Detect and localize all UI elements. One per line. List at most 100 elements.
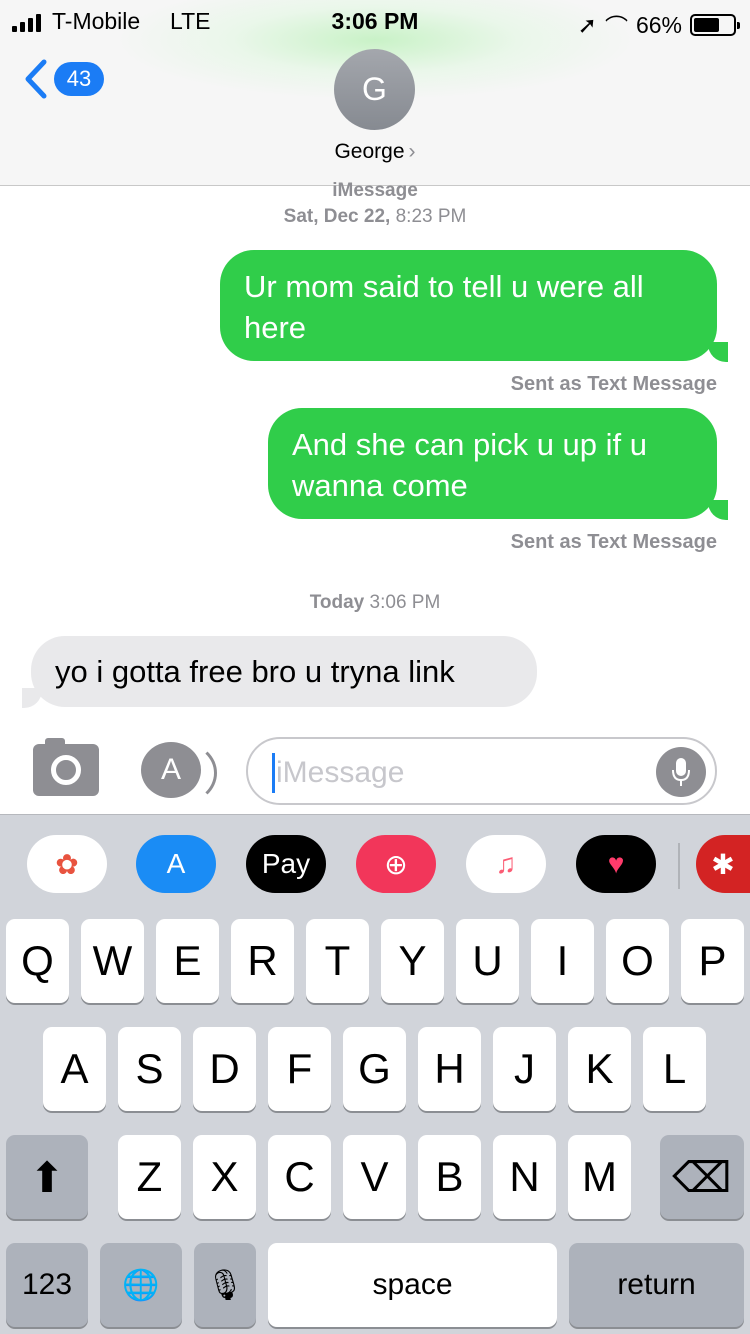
key-label: Z bbox=[136, 1153, 163, 1200]
dictation-button[interactable] bbox=[656, 747, 706, 797]
key-z[interactable]: Z bbox=[118, 1135, 181, 1219]
microphone-icon bbox=[672, 758, 690, 786]
message-text: yo i gotta free bro u tryna link bbox=[55, 654, 455, 689]
space-key[interactable]: space bbox=[268, 1243, 557, 1327]
text-caret bbox=[272, 753, 275, 793]
key-f[interactable]: F bbox=[268, 1027, 331, 1111]
digital-touch-app-icon[interactable]: ♥ bbox=[576, 835, 656, 893]
bubble-tail bbox=[22, 688, 42, 708]
date-time: 8:23 PM bbox=[395, 206, 467, 227]
key-q[interactable]: Q bbox=[6, 919, 69, 1003]
date-header: Sat, Dec 22, 8:23 PM bbox=[0, 206, 750, 228]
battery-percent: 66% bbox=[635, 11, 682, 38]
contact-name-button[interactable]: George › bbox=[0, 140, 750, 164]
key-label: O bbox=[621, 937, 654, 984]
dictation-key[interactable]: 🎙 bbox=[194, 1243, 256, 1327]
return-key[interactable]: return bbox=[569, 1243, 744, 1327]
key-c[interactable]: C bbox=[268, 1135, 331, 1219]
key-u[interactable]: U bbox=[456, 919, 519, 1003]
key-label: C bbox=[284, 1153, 315, 1200]
app-store-app-icon[interactable]: A bbox=[136, 835, 216, 893]
headphones-icon: ⌒ bbox=[604, 14, 628, 40]
imessage-app-strip: ✿ A Pay ⊕ ♫ ♥ ✱ bbox=[0, 815, 750, 911]
key-s[interactable]: S bbox=[118, 1027, 181, 1111]
delete-key[interactable]: ⌫ bbox=[660, 1135, 744, 1219]
key-label: R bbox=[247, 937, 278, 984]
key-y[interactable]: Y bbox=[381, 919, 444, 1003]
key-a[interactable]: A bbox=[43, 1027, 106, 1111]
contact-name: George bbox=[334, 140, 405, 163]
key-k[interactable]: K bbox=[568, 1027, 631, 1111]
bubble-tail bbox=[708, 342, 728, 362]
service-label-text: iMessage bbox=[332, 180, 418, 201]
key-label: D bbox=[209, 1045, 240, 1092]
key-label: Y bbox=[398, 937, 427, 984]
key-v[interactable]: V bbox=[343, 1135, 406, 1219]
message-bubble-sent[interactable]: And she can pick u up if u wanna come bbox=[268, 408, 717, 519]
unread-count-badge: 43 bbox=[54, 62, 104, 96]
key-t[interactable]: T bbox=[306, 919, 369, 1003]
key-g[interactable]: G bbox=[343, 1027, 406, 1111]
microphone-icon: 🎙 bbox=[205, 1268, 245, 1302]
chevron-right-icon: › bbox=[408, 140, 416, 163]
key-label: J bbox=[514, 1045, 535, 1092]
app-glyph: Pay bbox=[261, 848, 311, 879]
app-glyph: ✿ bbox=[55, 848, 79, 880]
avatar-initial: G bbox=[362, 71, 387, 107]
key-l[interactable]: L bbox=[643, 1027, 706, 1111]
message-text: Ur mom said to tell u were all here bbox=[244, 269, 644, 345]
key-m[interactable]: M bbox=[568, 1135, 631, 1219]
apple-pay-app-icon[interactable]: Pay bbox=[246, 835, 326, 893]
key-i[interactable]: I bbox=[531, 919, 594, 1003]
key-j[interactable]: J bbox=[493, 1027, 556, 1111]
key-r[interactable]: R bbox=[231, 919, 294, 1003]
key-p[interactable]: P bbox=[681, 919, 744, 1003]
yelp-app-icon[interactable]: ✱ bbox=[696, 835, 750, 893]
shift-key[interactable]: ⬆ bbox=[6, 1135, 88, 1219]
key-label: K bbox=[585, 1045, 614, 1092]
key-d[interactable]: D bbox=[193, 1027, 256, 1111]
web-search-app-icon[interactable]: ⊕ bbox=[356, 835, 436, 893]
key-e[interactable]: E bbox=[156, 919, 219, 1003]
key-label: T bbox=[324, 937, 351, 984]
message-bubble-sent[interactable]: Ur mom said to tell u were all here bbox=[220, 250, 717, 361]
app-store-icon: A bbox=[160, 753, 181, 786]
camera-bump bbox=[45, 738, 65, 748]
numbers-key[interactable]: 123 bbox=[6, 1243, 88, 1327]
today-timestamp: Today 3:06 PM bbox=[0, 592, 750, 614]
message-bubble-received[interactable]: yo i gotta free bro u tryna link bbox=[31, 636, 537, 707]
message-input-placeholder: iMessage bbox=[276, 756, 405, 789]
key-w[interactable]: W bbox=[81, 919, 144, 1003]
app-store-button[interactable]: A bbox=[141, 742, 217, 804]
date-day: Sat, Dec 22, bbox=[283, 206, 391, 227]
shift-icon: ⬆ bbox=[29, 1153, 65, 1201]
globe-key[interactable]: 🌐 bbox=[100, 1243, 182, 1327]
key-x[interactable]: X bbox=[193, 1135, 256, 1219]
key-label: B bbox=[435, 1153, 464, 1200]
app-glyph: ♥ bbox=[607, 848, 625, 879]
bubble-tail bbox=[708, 500, 728, 520]
key-label: L bbox=[662, 1045, 687, 1092]
back-button[interactable]: 43 bbox=[22, 58, 104, 100]
space-key-label: space bbox=[372, 1268, 453, 1301]
app-glyph: ♫ bbox=[495, 848, 517, 879]
key-label: U bbox=[472, 937, 503, 984]
delivery-status: Sent as Text Message bbox=[510, 373, 717, 395]
camera-button[interactable] bbox=[33, 738, 99, 796]
photos-app-icon[interactable]: ✿ bbox=[27, 835, 107, 893]
key-h[interactable]: H bbox=[418, 1027, 481, 1111]
music-app-icon[interactable]: ♫ bbox=[466, 835, 546, 893]
numbers-key-label: 123 bbox=[21, 1268, 73, 1301]
key-o[interactable]: O bbox=[606, 919, 669, 1003]
key-n[interactable]: N bbox=[493, 1135, 556, 1219]
service-label: iMessage bbox=[0, 180, 750, 202]
key-label: F bbox=[286, 1045, 313, 1092]
app-glyph: A bbox=[166, 848, 186, 879]
message-input[interactable]: iMessage bbox=[246, 737, 717, 805]
key-b[interactable]: B bbox=[418, 1135, 481, 1219]
key-label: G bbox=[358, 1045, 391, 1092]
battery-icon bbox=[690, 14, 740, 36]
contact-avatar[interactable]: G bbox=[334, 49, 415, 130]
delete-icon: ⌫ bbox=[672, 1153, 732, 1201]
key-label: M bbox=[582, 1153, 617, 1200]
